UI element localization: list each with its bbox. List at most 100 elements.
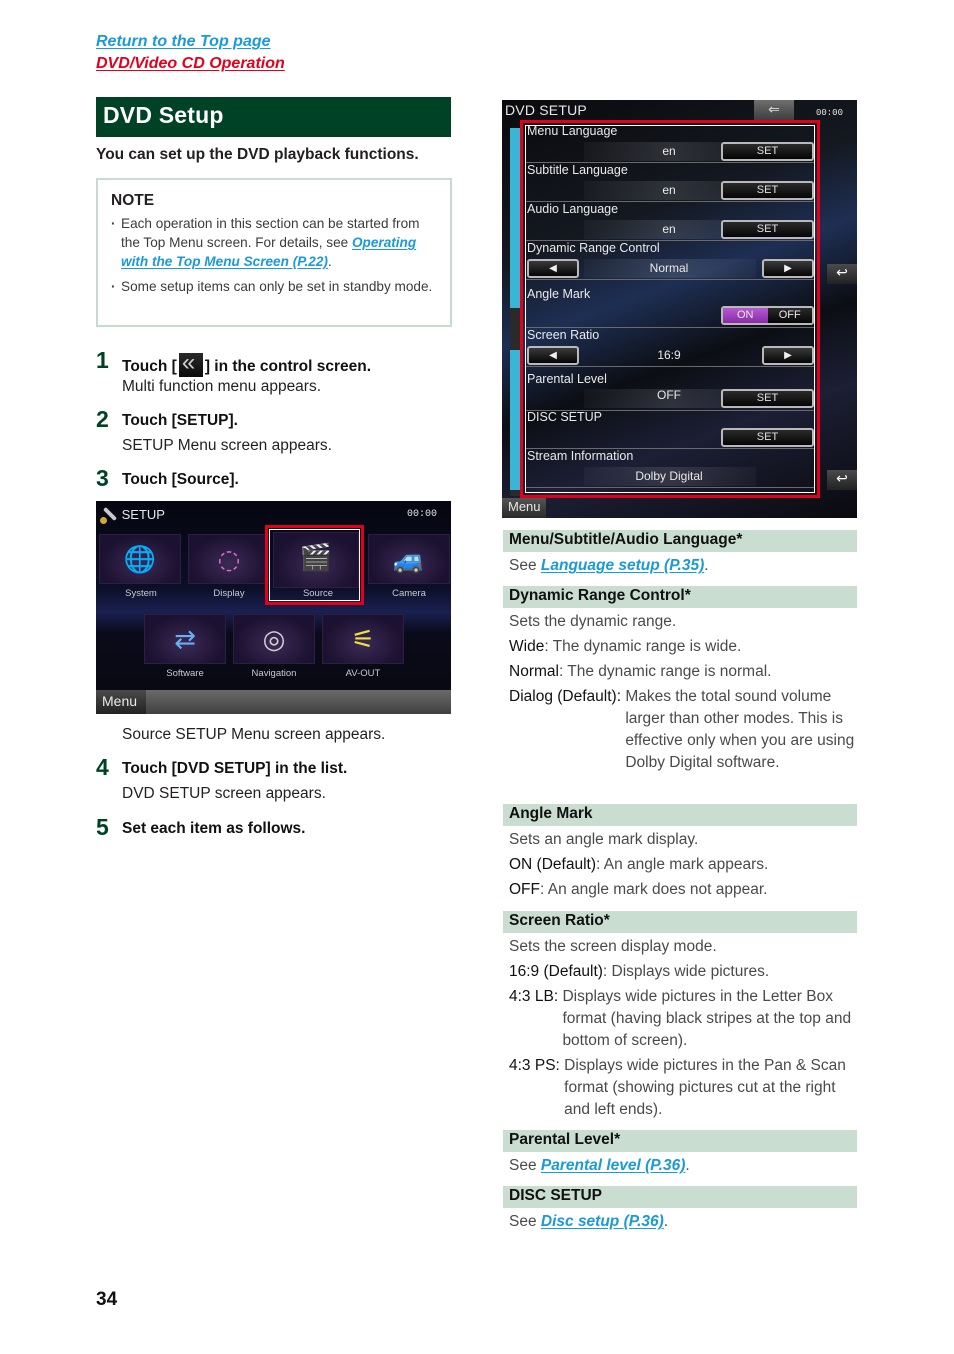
tile-label: Display — [213, 588, 245, 599]
step-result: Multi function menu appears. — [122, 378, 322, 395]
tile-label: System — [125, 588, 157, 599]
usb-icon: ⇄ — [174, 625, 196, 655]
step-result: DVD SETUP screen appears. — [122, 785, 326, 802]
option-term: ON (Default) — [509, 856, 596, 873]
tile-label: Navigation — [251, 668, 297, 679]
rca-cable-icon: ⚟ — [351, 625, 375, 655]
step-instruction: Set each item as follows. — [122, 820, 306, 837]
step-number: 5 — [96, 814, 109, 840]
return-to-top-link[interactable]: Return to the Top page — [96, 33, 271, 51]
option-term: OFF — [509, 881, 540, 898]
desc-angle-mark: Angle Mark Sets an angle mark display. O… — [503, 804, 857, 901]
tile-label: Software — [166, 668, 204, 679]
desc-heading: DISC SETUP — [503, 1186, 857, 1208]
option-def: Makes the total sound volume larger than… — [625, 688, 855, 771]
setup-header: SETUP — [100, 505, 165, 524]
option-4-3-ps: 4:3 PS: Displays wide pictures in the Pa… — [503, 1055, 857, 1121]
intro-text: You can set up the DVD playback function… — [96, 146, 419, 163]
tile-av-out[interactable]: ⚟ — [322, 614, 404, 664]
option-def: : The dynamic range is normal. — [558, 663, 772, 680]
option-term: Wide — [509, 638, 545, 655]
setup-title: SETUP — [121, 507, 165, 522]
step-result: SETUP Menu screen appears. — [122, 437, 332, 454]
camera-icon: 🚙 — [392, 545, 426, 575]
step-instruction: Touch [ ] in the control screen. — [122, 349, 372, 377]
dvd-video-cd-operation-link[interactable]: DVD/Video CD Operation — [96, 55, 285, 73]
scrollbar-thumb[interactable] — [510, 128, 520, 308]
step-instruction: Touch [DVD SETUP] in the list. — [122, 760, 348, 777]
return-icon[interactable]: ↩ — [827, 264, 857, 284]
settings-highlight — [520, 120, 820, 498]
option-def: Displays wide pictures in the Pan & Scan… — [564, 1057, 846, 1118]
step-text-before: Touch [ — [122, 358, 177, 375]
option-dialog: Dialog (Default): Makes the total sound … — [503, 686, 857, 774]
page-title: DVD Setup — [96, 97, 451, 137]
tile-label: AV-OUT — [345, 668, 381, 679]
period: . — [704, 557, 709, 574]
desc-language: Menu/Subtitle/Audio Language* See Langua… — [503, 530, 857, 577]
see-text: See — [509, 557, 541, 574]
source-setup-result: Source SETUP Menu screen appears. — [122, 726, 386, 743]
globe-icon: 🌐 — [123, 545, 157, 575]
back-arrow-icon[interactable]: ⇐ — [754, 100, 794, 122]
option-term: 4:3 PS — [509, 1057, 556, 1074]
clock: 00:00 — [815, 108, 843, 118]
source-highlight — [265, 525, 364, 605]
step-number: 3 — [96, 465, 109, 491]
tile-navigation[interactable]: ◎ — [233, 614, 315, 664]
tile-software[interactable]: ⇄ — [144, 614, 226, 664]
colon: : — [555, 1057, 565, 1074]
option-4-3-lb: 4:3 LB: Displays wide pictures in the Le… — [503, 986, 857, 1052]
section-nav: DVD/Video CD Operation — [96, 53, 285, 73]
note-list: Each operation in this section can be st… — [111, 214, 438, 296]
step-number: 2 — [96, 406, 109, 432]
desc-parental-level: Parental Level* See Parental level (P.36… — [503, 1130, 857, 1177]
note-box: NOTE Each operation in this section can … — [96, 178, 452, 327]
disc-setup-link[interactable]: Disc setup (P.36) — [541, 1213, 664, 1230]
option-def: : Displays wide pictures. — [602, 963, 770, 980]
desc-see: See Language setup (P.35). — [503, 555, 857, 577]
see-text: See — [509, 1213, 541, 1230]
step-text-after: ] in the control screen. — [204, 358, 372, 375]
colon: : — [616, 688, 626, 705]
option-def: : The dynamic range is wide. — [544, 638, 742, 655]
option-def: Displays wide pictures in the Letter Box… — [562, 988, 852, 1049]
return-icon[interactable]: ↩ — [827, 470, 857, 490]
option-term: 16:9 (Default) — [509, 963, 603, 980]
see-text: See — [509, 1157, 541, 1174]
setup-menu-screenshot: SETUP 00:00 🌐 System ◌ Display 🎬 Source … — [96, 501, 451, 714]
clock: 00:00 — [406, 509, 437, 520]
option-wide: Wide: The dynamic range is wide. — [503, 636, 857, 658]
multi-function-icon — [178, 349, 203, 377]
note-text: Some setup items can only be set in stan… — [121, 279, 433, 294]
tile-system[interactable]: 🌐 — [99, 534, 181, 584]
step-instruction: Touch [SETUP]. — [122, 412, 238, 429]
tile-camera[interactable]: 🚙 — [368, 534, 450, 584]
period: . — [685, 1157, 690, 1174]
desc-intro: Sets an angle mark display. — [509, 831, 699, 848]
option-term: 4:3 LB — [509, 988, 554, 1005]
language-setup-link[interactable]: Language setup (P.35) — [541, 557, 704, 574]
desc-see: See Disc setup (P.36). — [503, 1211, 857, 1233]
desc-heading: Angle Mark — [503, 804, 857, 826]
desc-heading: Menu/Subtitle/Audio Language* — [503, 530, 857, 552]
menu-button[interactable]: Menu — [502, 498, 546, 518]
menu-button[interactable]: Menu — [96, 690, 146, 714]
tile-label: Camera — [392, 588, 426, 599]
option-term: Normal — [509, 663, 559, 680]
note-text-end: . — [327, 254, 332, 269]
top-nav: Return to the Top page — [96, 31, 271, 51]
desc-see: See Parental level (P.36). — [503, 1155, 857, 1177]
menu-bar — [96, 690, 451, 714]
step-number: 1 — [96, 347, 109, 373]
option-on: ON (Default): An angle mark appears. — [503, 854, 857, 876]
parental-level-link[interactable]: Parental level (P.36) — [541, 1157, 685, 1174]
tile-display[interactable]: ◌ — [188, 534, 270, 584]
note-item: Each operation in this section can be st… — [111, 214, 438, 271]
desc-disc-setup: DISC SETUP See Disc setup (P.36). — [503, 1186, 857, 1233]
scrollbar-thumb-lower — [510, 350, 520, 490]
wrench-icon — [100, 505, 118, 524]
option-term: Dialog (Default) — [509, 688, 617, 705]
option-16-9: 16:9 (Default): Displays wide pictures. — [503, 961, 857, 983]
option-def: : An angle mark appears. — [596, 856, 769, 873]
